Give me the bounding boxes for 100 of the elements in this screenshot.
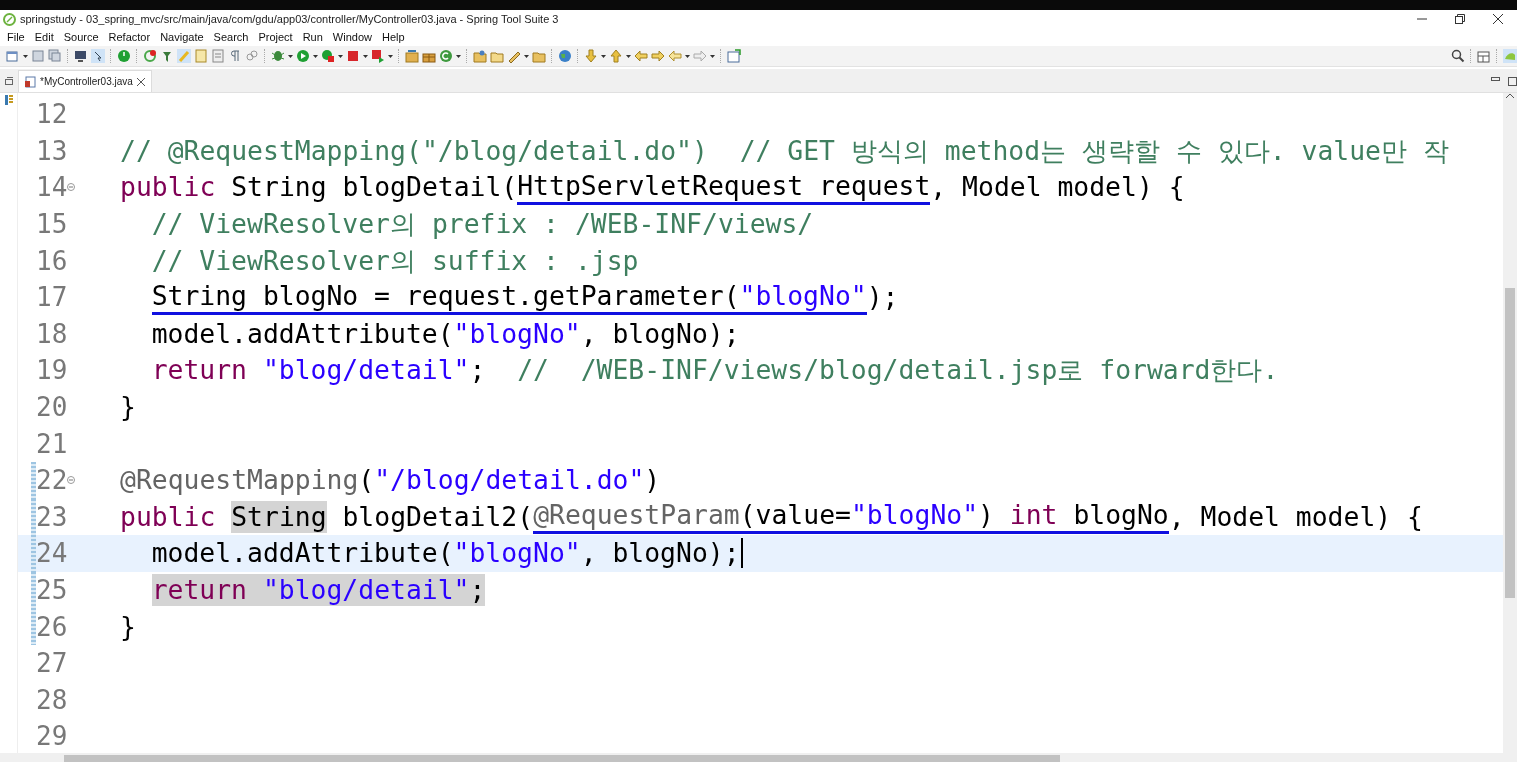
line-number: 17 (36, 282, 68, 313)
code-text: return (151, 574, 263, 606)
code-text: HttpServletRequest request (517, 170, 931, 205)
menu-item[interactable]: Window (327, 31, 377, 43)
dropdown-caret-icon[interactable] (710, 54, 715, 58)
menu-item[interactable]: Search (208, 31, 254, 43)
dropdown-caret-icon[interactable] (338, 54, 343, 58)
save-all-icon[interactable] (48, 49, 62, 63)
line-number: 19 (36, 355, 68, 386)
maximize-icon[interactable] (1508, 77, 1517, 86)
search-icon[interactable] (1451, 49, 1465, 63)
stop-icon[interactable] (346, 49, 360, 63)
code-text: public (120, 171, 216, 204)
code-text: model.addAttribute( (151, 537, 454, 570)
code-text: , Model model) { (1168, 500, 1423, 533)
scrollbar-thumb[interactable] (64, 754, 1060, 762)
menu-item[interactable]: Navigate (155, 31, 209, 43)
code-text: "blog/detail" (261, 354, 470, 387)
close-icon[interactable] (1493, 14, 1503, 24)
link-icon[interactable] (245, 49, 259, 63)
fold-icon[interactable] (67, 476, 76, 485)
restore-view-icon[interactable] (5, 76, 13, 85)
code-text: // ViewResolver의 prefix : /WEB-INF/views/ (151, 208, 814, 241)
fold-icon[interactable] (67, 183, 76, 192)
line-number: 14 (36, 172, 68, 203)
dropdown-caret-icon[interactable] (313, 54, 318, 58)
code-text: , blogNo); (580, 537, 740, 570)
power-icon[interactable] (117, 49, 131, 63)
window-icon[interactable] (727, 49, 741, 63)
class-icon[interactable] (439, 49, 453, 63)
java-file-icon (25, 75, 36, 88)
editor-tab[interactable]: *MyController03.java (18, 70, 152, 92)
vertical-scrollbar[interactable] (1503, 93, 1517, 753)
dropdown-caret-icon[interactable] (23, 54, 28, 58)
dropdown-caret-icon[interactable] (524, 54, 529, 58)
run-config-icon[interactable] (321, 49, 335, 63)
code-text: "/blog/detail.do" (374, 464, 645, 497)
code-text: } (120, 391, 136, 424)
scroll-up-icon[interactable] (1506, 93, 1514, 98)
close-icon[interactable] (136, 77, 145, 86)
code-text: String blogDetail( (230, 171, 518, 204)
menu-item[interactable]: File (2, 31, 30, 43)
app-logo-icon (3, 12, 16, 26)
line-number: 24 (36, 538, 68, 569)
code-text: // @RequestMapping("/blog/detail.do") // GET 방식의 method는 생략할 수 있다. value만 작 (120, 134, 1449, 167)
menu-item[interactable]: Refactor (103, 31, 156, 43)
line-number: 27 (36, 648, 68, 679)
code-text: ); (866, 281, 899, 314)
open-folder-icon[interactable] (473, 49, 487, 63)
code-text: // /WEB-INF/views/blog/detail.jsp로 forward한다. (517, 354, 1279, 387)
dropdown-caret-icon[interactable] (601, 54, 606, 58)
pointer-icon[interactable] (91, 49, 105, 63)
menu-item[interactable]: Edit (29, 31, 59, 43)
menu-item[interactable]: Source (58, 31, 104, 43)
window-title: springstudy - 03_spring_mvc/src/main/java/com/gdu/app03/controller/MyController03.java - Spring Tool Suite 3 (20, 13, 560, 25)
line-number: 16 (36, 245, 68, 276)
relaunch-icon[interactable] (371, 49, 385, 63)
code-text: return (151, 354, 247, 387)
line-number: 28 (36, 684, 68, 715)
dropdown-caret-icon[interactable] (685, 54, 690, 58)
line-number: 23 (36, 501, 68, 532)
refresh-icon[interactable] (143, 49, 157, 63)
monitor-icon[interactable] (74, 49, 88, 63)
forward-arrow-icon[interactable] (651, 49, 665, 63)
code-text: String (231, 500, 327, 533)
menu-item[interactable]: Project (253, 31, 298, 43)
line-number: 13 (36, 135, 68, 166)
code-text: ( (358, 464, 375, 497)
minimize-icon[interactable] (1491, 77, 1500, 81)
folder-icon[interactable] (490, 49, 504, 63)
horizontal-scrollbar[interactable] (0, 753, 1517, 762)
code-text: ) (644, 464, 661, 497)
line-number: 25 (36, 575, 68, 605)
code-text: public (120, 500, 217, 533)
dropdown-caret-icon[interactable] (626, 54, 631, 58)
menu-item[interactable]: Run (297, 31, 328, 43)
line-number: 22 (36, 465, 68, 496)
dropdown-caret-icon[interactable] (388, 54, 393, 58)
dropdown-caret-icon[interactable] (456, 54, 461, 58)
pilcrow-icon[interactable] (228, 49, 242, 63)
bug-icon[interactable] (271, 49, 285, 63)
dropdown-caret-icon[interactable] (363, 54, 368, 58)
menu-item[interactable]: Help (377, 31, 410, 43)
code-text: "blogNo" (453, 537, 581, 570)
code-text: ; (469, 354, 487, 387)
code-text: model.addAttribute( (151, 317, 454, 350)
package-icon[interactable] (405, 49, 419, 63)
scrollbar-thumb[interactable] (1505, 288, 1515, 598)
dropdown-caret-icon[interactable] (288, 54, 293, 58)
pen-icon[interactable] (507, 49, 521, 63)
code-text: "blogNo" (453, 317, 581, 350)
line-number: 21 (36, 428, 68, 459)
outline-view-icon[interactable] (4, 95, 13, 105)
line-number: 26 (36, 611, 68, 642)
code-text: // ViewResolver의 suffix : .jsp (151, 244, 639, 277)
code-text: , Model model) { (930, 171, 1185, 204)
code-text: ; (469, 574, 486, 606)
line-number: 15 (36, 209, 68, 240)
globe-icon[interactable] (558, 49, 572, 63)
restore-icon[interactable] (1455, 14, 1465, 24)
